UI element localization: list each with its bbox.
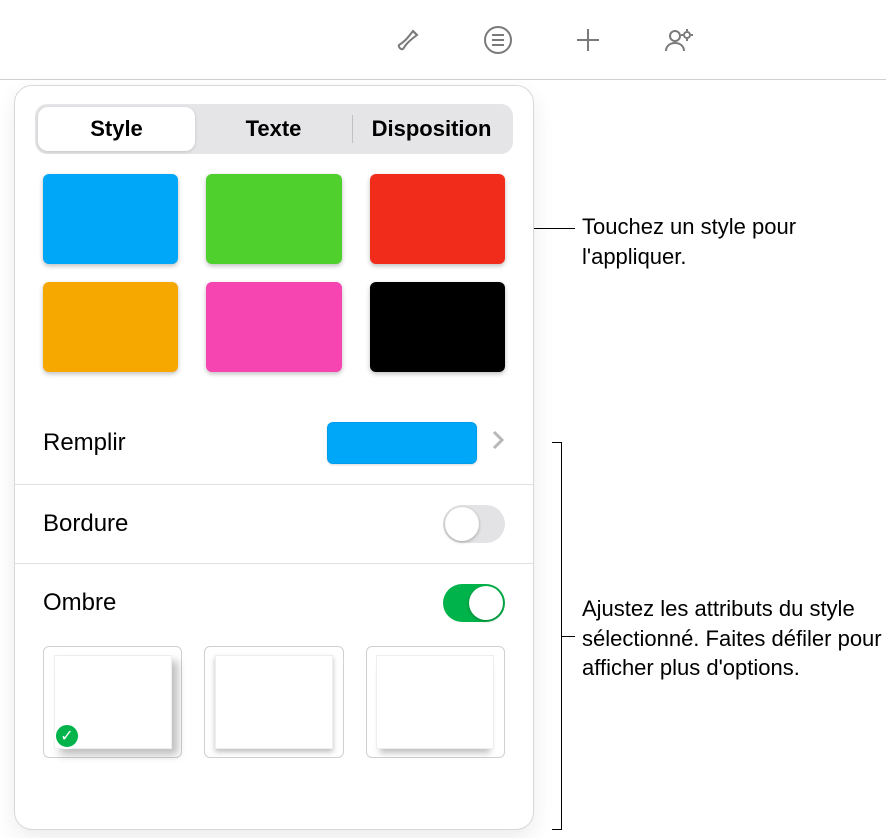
shadow-option-contact[interactable] [204,646,343,758]
format-brush-icon[interactable] [388,20,428,60]
callout-bracket [552,442,562,830]
tab-layout[interactable]: Disposition [353,107,510,151]
preset-black[interactable] [370,282,505,372]
fill-swatch[interactable] [327,422,477,464]
style-attributes: Remplir Bordure Ombre [15,402,533,642]
plus-icon[interactable] [568,20,608,60]
style-preset-grid [43,174,505,372]
shadow-option-curve[interactable] [366,646,505,758]
shadow-option-drop[interactable]: ✓ [43,646,182,758]
collaborate-icon[interactable] [658,20,698,60]
border-label: Bordure [43,510,443,538]
chevron-right-icon [491,429,505,458]
shadow-toggle[interactable] [443,584,505,622]
tab-style[interactable]: Style [38,107,195,151]
shadow-label: Ombre [43,589,443,617]
shadow-options: ✓ [15,646,533,758]
callout-line [562,636,575,637]
border-toggle[interactable] [443,505,505,543]
tab-segmented-control: Style Texte Disposition [35,104,513,154]
preset-orange[interactable] [43,282,178,372]
toolbar [0,0,886,80]
list-icon[interactable] [478,20,518,60]
callout-apply-style: Touchez un style pour l'appliquer. [582,212,872,271]
preset-blue[interactable] [43,174,178,264]
format-popover: Style Texte Disposition Remplir Bordure … [14,85,534,830]
preset-green[interactable] [206,174,341,264]
callout-adjust-attrs: Ajustez les attributs du style sélection… [582,594,882,683]
preset-red[interactable] [370,174,505,264]
tab-text[interactable]: Texte [195,107,352,151]
fill-label: Remplir [43,429,327,457]
check-icon: ✓ [54,723,80,749]
fill-row[interactable]: Remplir [15,402,533,484]
shadow-row-header: Ombre [15,563,533,642]
border-row: Bordure [15,484,533,563]
preset-pink[interactable] [206,282,341,372]
